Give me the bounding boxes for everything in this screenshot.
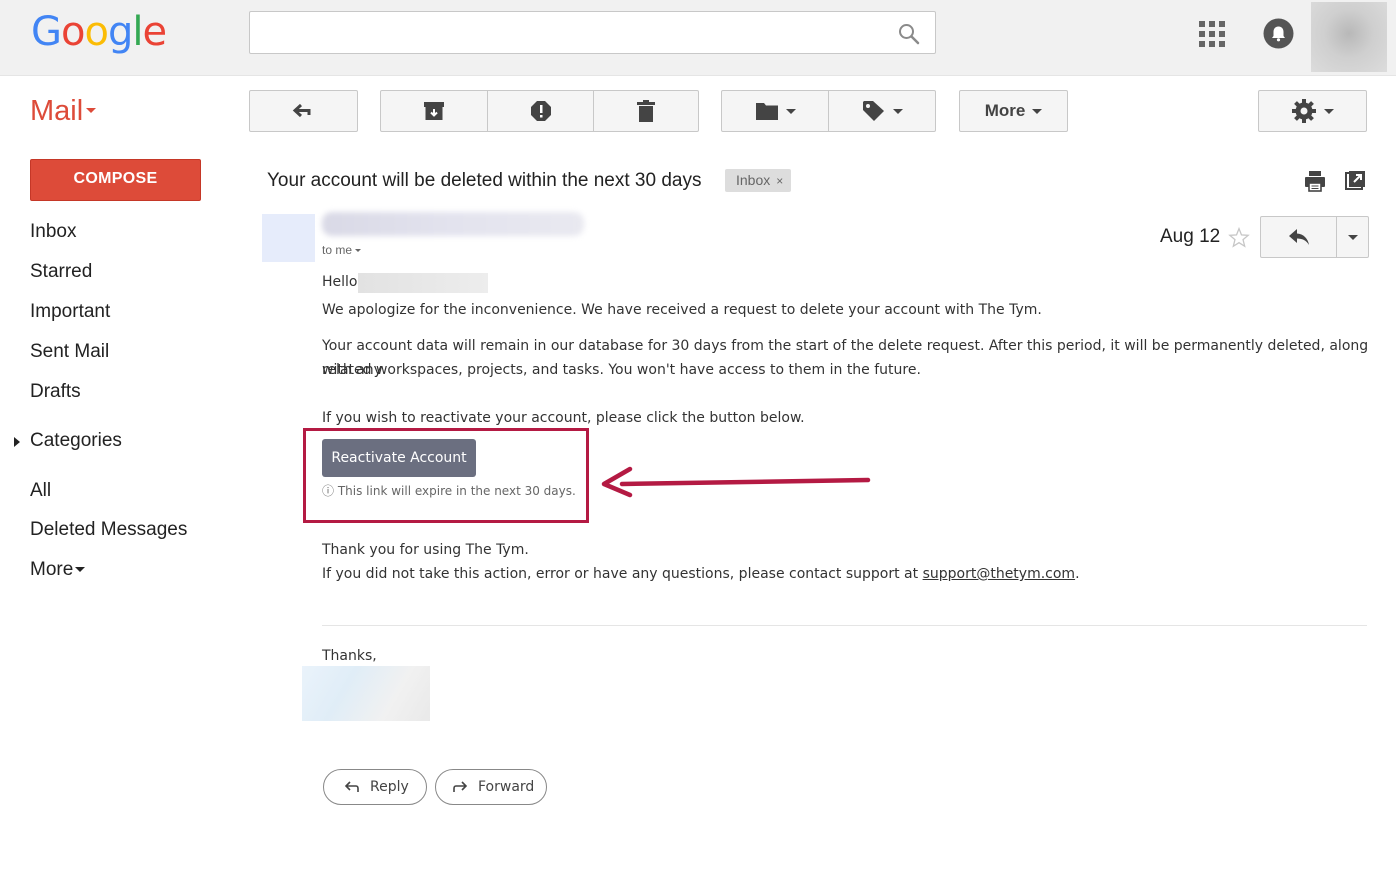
reply-arrow-icon — [344, 781, 359, 792]
logo-letter-e: e — [142, 9, 167, 55]
back-arrow-icon — [292, 103, 310, 118]
move-to-button[interactable] — [722, 91, 828, 131]
sender-name-redacted — [322, 212, 584, 236]
settings-button[interactable] — [1258, 90, 1367, 132]
sidebar-item-important[interactable]: Important — [30, 300, 110, 324]
archive-icon — [424, 102, 444, 120]
forward-arrow-icon — [453, 781, 468, 792]
more-reply-options-button[interactable] — [1337, 217, 1368, 257]
notifications-bell-icon[interactable] — [1263, 18, 1294, 49]
reply-arrow-icon — [1288, 229, 1309, 245]
inbox-label-chip[interactable]: Inbox × — [725, 169, 792, 192]
apps-grid-icon[interactable] — [1199, 21, 1225, 47]
compose-button[interactable]: COMPOSE — [30, 159, 201, 201]
delete-button[interactable] — [593, 91, 698, 131]
back-to-inbox-button[interactable] — [249, 90, 358, 132]
logo-letter-g: G — [31, 9, 62, 55]
chevron-down-icon — [86, 107, 97, 113]
forward-label: Forward — [478, 779, 535, 795]
signoff: Thanks, — [322, 648, 377, 664]
sender-avatar — [262, 214, 315, 262]
more-actions-button[interactable]: More — [959, 90, 1068, 132]
reply-label: Reply — [370, 779, 409, 795]
move-to-folder-icon — [755, 103, 778, 120]
sidebar-item-inbox[interactable]: Inbox — [30, 220, 76, 244]
sidebar-item-starred[interactable]: Starred — [30, 260, 92, 284]
reply-icon-button[interactable] — [1261, 217, 1337, 257]
label-chip-text: Inbox — [736, 172, 771, 188]
reply-button[interactable]: Reply — [323, 769, 427, 805]
chevron-down-icon — [355, 249, 362, 253]
body-paragraph-3: If you wish to reactivate your account, … — [322, 410, 805, 426]
archive-button[interactable] — [381, 91, 487, 131]
greeting: Hello — [322, 274, 358, 290]
sidebar-item-sent-mail[interactable]: Sent Mail — [30, 340, 109, 364]
organize-group — [721, 90, 936, 132]
report-spam-icon — [530, 101, 551, 121]
support-line: If you did not take this action, error o… — [322, 562, 1080, 586]
sidebar-item-categories[interactable]: Categories — [30, 429, 122, 453]
labels-button[interactable] — [828, 91, 935, 131]
sidebar-item-all[interactable]: All — [30, 479, 51, 503]
chevron-down-icon — [1032, 108, 1043, 114]
expand-triangle-icon[interactable] — [14, 437, 20, 447]
support-text: If you did not take this action, error o… — [322, 566, 923, 582]
recipient-name-redacted — [358, 273, 488, 293]
sidebar-item-drafts[interactable]: Drafts — [30, 380, 81, 404]
forward-button[interactable]: Forward — [435, 769, 547, 805]
reply-actions-group — [1260, 216, 1369, 258]
report-spam-button[interactable] — [487, 91, 593, 131]
star-icon[interactable] — [1228, 227, 1250, 249]
logo-letter-g2: g — [107, 9, 133, 55]
support-period: . — [1075, 566, 1080, 582]
open-in-new-window-icon[interactable] — [1345, 170, 1365, 190]
remove-label-icon[interactable]: × — [776, 174, 783, 188]
sidebar-item-more[interactable]: More — [30, 558, 86, 582]
divider — [322, 625, 1367, 626]
delete-icon — [637, 100, 655, 122]
google-logo[interactable]: Google — [31, 8, 167, 56]
support-email-link[interactable]: support@thetym.com — [923, 566, 1076, 582]
print-icon[interactable] — [1304, 170, 1326, 192]
labels-icon — [862, 101, 884, 121]
annotation-highlight-box — [303, 428, 589, 523]
message-subject: Your account will be deleted within the … — [267, 170, 702, 191]
settings-gear-icon — [1292, 99, 1316, 123]
logo-letter-l: l — [132, 9, 143, 55]
chevron-down-icon — [892, 108, 903, 114]
logo-letter-o1: o — [61, 9, 86, 55]
chevron-down-icon — [75, 567, 86, 573]
account-avatar[interactable] — [1311, 2, 1387, 72]
signature-image-redacted — [302, 666, 430, 721]
message-actions-group — [380, 90, 699, 132]
search-input[interactable] — [249, 11, 936, 54]
closing-thanks: Thank you for using The Tym. — [322, 542, 529, 558]
chevron-down-icon — [1324, 108, 1334, 114]
recipient-details-toggle[interactable]: to me — [322, 243, 362, 257]
mail-label: Mail — [30, 95, 84, 127]
chevron-down-icon — [785, 108, 796, 114]
body-paragraph-2-line-2: related workspaces, projects, and tasks.… — [322, 362, 921, 378]
to-me-label: to me — [322, 243, 353, 257]
top-bar: Google — [0, 0, 1396, 76]
more-actions-label: More — [984, 101, 1026, 120]
chevron-down-icon — [1347, 234, 1358, 240]
mail-app-switcher[interactable]: Mail — [30, 94, 97, 128]
sidebar-more-label: More — [30, 559, 74, 580]
sidebar-item-deleted-messages[interactable]: Deleted Messages — [30, 518, 187, 542]
body-paragraph-1: We apologize for the inconvenience. We h… — [322, 302, 1042, 318]
message-date: Aug 12 — [1160, 226, 1221, 247]
logo-letter-o2: o — [84, 9, 109, 55]
search-icon[interactable] — [897, 22, 921, 46]
annotation-arrow-icon — [601, 466, 871, 498]
